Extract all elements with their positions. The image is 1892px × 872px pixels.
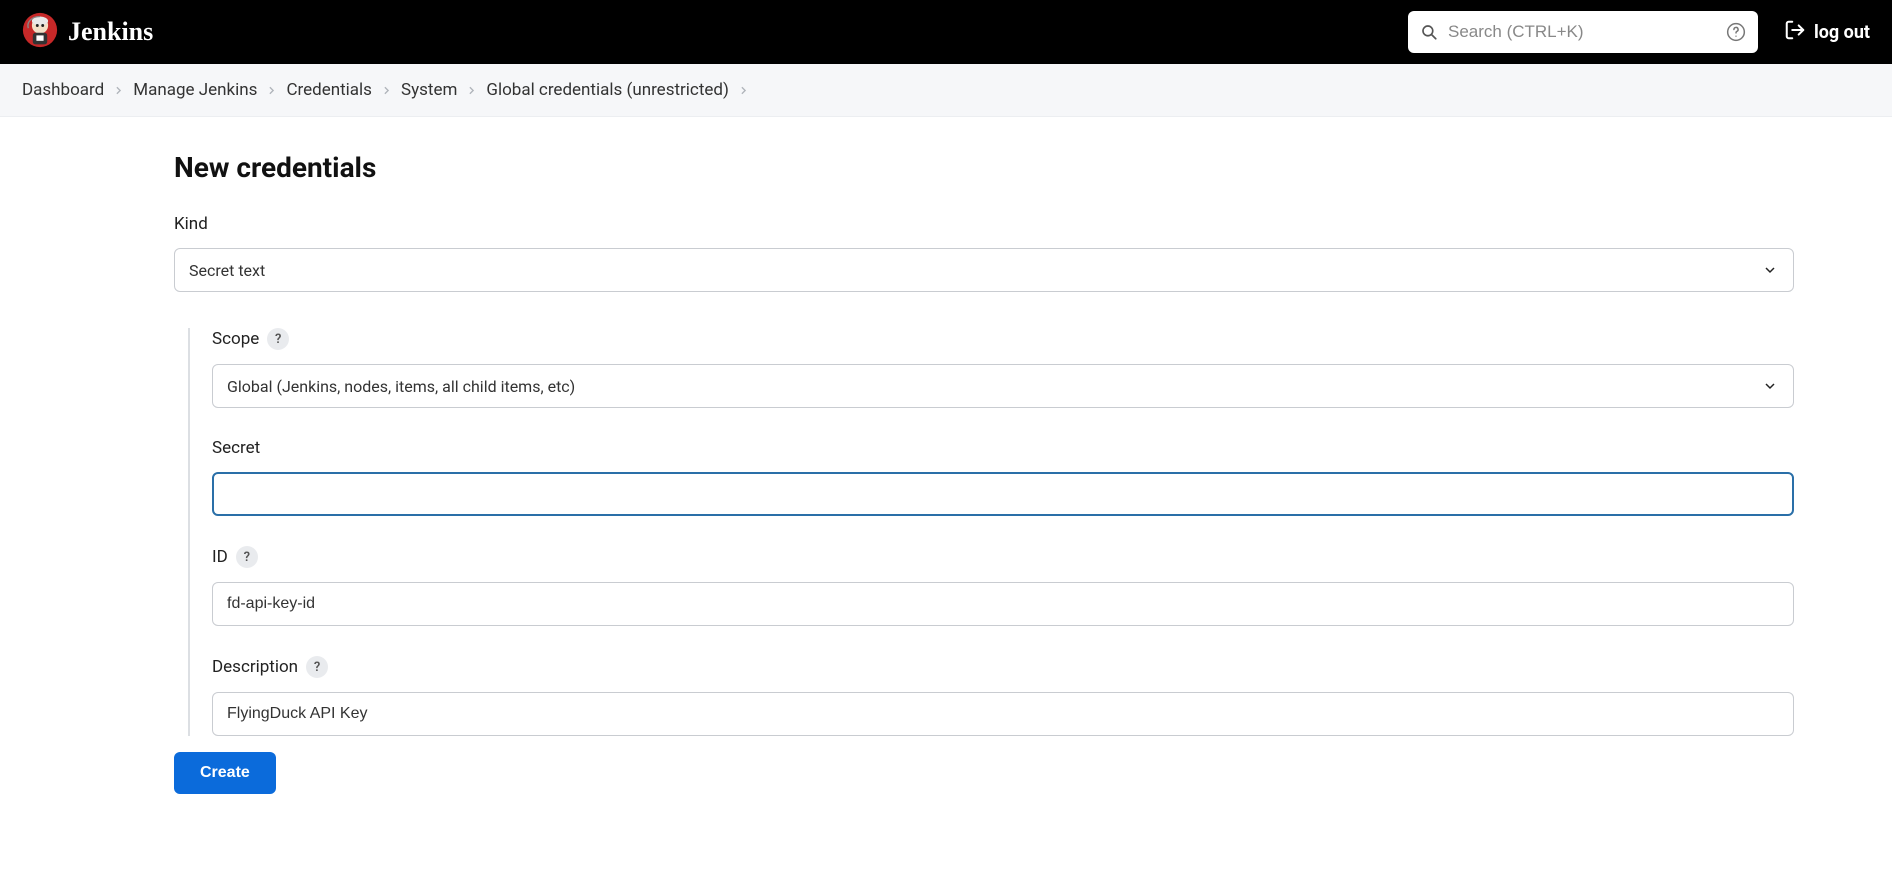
- search-help-icon[interactable]: [1726, 22, 1746, 42]
- kind-select-value: Secret text: [189, 261, 265, 280]
- logout-label: log out: [1814, 22, 1870, 43]
- search-box[interactable]: [1408, 11, 1758, 53]
- chevron-right-icon: [380, 84, 393, 97]
- id-label: ID: [212, 547, 228, 567]
- scope-help-icon[interactable]: ?: [267, 328, 289, 350]
- breadcrumb-item-system[interactable]: System: [401, 80, 457, 100]
- header-left: Jenkins: [22, 12, 153, 52]
- field-scope: Scope ? Global (Jenkins, nodes, items, a…: [212, 328, 1794, 408]
- field-description: Description ?: [212, 656, 1794, 736]
- chevron-right-icon: [737, 84, 750, 97]
- credentials-form: Kind Secret text Scope ? Glo: [174, 214, 1794, 794]
- id-help-icon[interactable]: ?: [236, 546, 258, 568]
- breadcrumb-item-credentials[interactable]: Credentials: [286, 80, 372, 100]
- breadcrumb: Dashboard Manage Jenkins Credentials Sys…: [0, 64, 1892, 117]
- breadcrumb-item-dashboard[interactable]: Dashboard: [22, 80, 104, 100]
- field-secret: Secret: [212, 438, 1794, 516]
- description-label: Description: [212, 657, 298, 677]
- search-icon: [1420, 23, 1438, 41]
- search-input[interactable]: [1448, 22, 1716, 42]
- secret-label: Secret: [212, 438, 260, 458]
- scope-select-value: Global (Jenkins, nodes, items, all child…: [227, 377, 575, 396]
- chevron-right-icon: [465, 84, 478, 97]
- secret-input[interactable]: [212, 472, 1794, 516]
- logout-link[interactable]: log out: [1784, 19, 1870, 46]
- create-button[interactable]: Create: [174, 752, 276, 794]
- logout-icon: [1784, 19, 1806, 46]
- header-right: log out: [1408, 11, 1870, 53]
- kind-select[interactable]: Secret text: [174, 248, 1794, 292]
- breadcrumb-item-manage-jenkins[interactable]: Manage Jenkins: [133, 80, 257, 100]
- jenkins-logo-link[interactable]: Jenkins: [22, 12, 153, 52]
- brand-name: Jenkins: [68, 17, 153, 47]
- chevron-right-icon: [265, 84, 278, 97]
- main-content: New credentials Kind Secret text Scope ?: [0, 117, 1892, 834]
- kind-label: Kind: [174, 214, 1794, 234]
- chevron-right-icon: [112, 84, 125, 97]
- app-header: Jenkins: [0, 0, 1892, 64]
- page-title: New credentials: [174, 151, 1892, 184]
- jenkins-logo-icon: [22, 12, 58, 52]
- breadcrumb-item-global-credentials[interactable]: Global credentials (unrestricted): [486, 80, 729, 100]
- field-id: ID ?: [212, 546, 1794, 626]
- scope-select[interactable]: Global (Jenkins, nodes, items, all child…: [212, 364, 1794, 408]
- field-kind: Kind Secret text: [174, 214, 1794, 292]
- kind-details-block: Scope ? Global (Jenkins, nodes, items, a…: [188, 328, 1794, 736]
- scope-label: Scope: [212, 329, 259, 349]
- id-input[interactable]: [212, 582, 1794, 626]
- description-help-icon[interactable]: ?: [306, 656, 328, 678]
- description-input[interactable]: [212, 692, 1794, 736]
